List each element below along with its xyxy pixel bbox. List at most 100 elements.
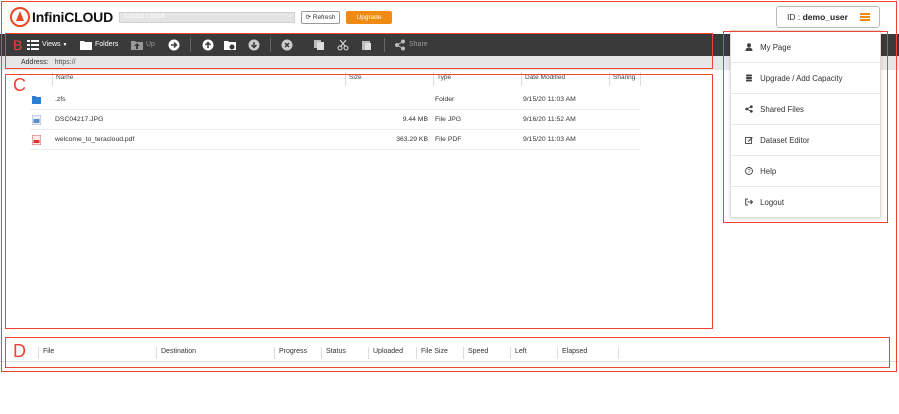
refresh-label: Refresh: [312, 14, 336, 21]
menu-item-help[interactable]: ? Help: [731, 156, 880, 187]
upgrade-button[interactable]: Upgrade: [346, 11, 392, 24]
header: InfiniCLOUD 0.01GB / 20GB ⟳ Refresh Upgr…: [0, 0, 899, 34]
file-type: File PDF: [435, 136, 462, 143]
delete-button[interactable]: [281, 38, 296, 52]
cut-button[interactable]: [337, 38, 352, 52]
logo-icon: [10, 7, 30, 27]
file-size: 9.44 MB: [402, 116, 428, 123]
folders-label: Folders: [95, 41, 119, 48]
database-icon: [746, 74, 752, 82]
logout-icon: [745, 198, 753, 206]
annotation-label-d: D: [13, 341, 26, 361]
copy-button[interactable]: [313, 38, 328, 52]
file-type: File JPG: [435, 116, 462, 123]
up-button[interactable]: Up: [131, 38, 155, 52]
transfer-col-status[interactable]: Status: [321, 347, 369, 359]
menu-item-label: Shared Files: [760, 105, 804, 114]
file-name: .zfs: [55, 96, 66, 103]
share-button[interactable]: Share: [394, 38, 428, 52]
menu-item-logout[interactable]: Logout: [731, 187, 880, 218]
folders-icon: [80, 41, 92, 50]
paste-icon: [362, 41, 371, 50]
folder-up-icon: [131, 41, 143, 50]
refresh-button[interactable]: ⟳ Refresh: [301, 11, 340, 24]
transfer-table: File Destination Progress Status Uploade…: [0, 342, 899, 362]
caret-down-icon: ▼: [62, 42, 68, 48]
list-icon: [27, 40, 39, 50]
menu-item-label: Upgrade / Add Capacity: [760, 74, 843, 83]
delete-icon: [281, 39, 293, 51]
table-row[interactable]: DSC04217.JPG 9.44 MB File JPG 9/16/20 11…: [30, 110, 640, 130]
user-menu-button[interactable]: ID : demo_user: [776, 6, 880, 28]
go-button[interactable]: [168, 38, 183, 52]
column-header-type[interactable]: Type: [433, 72, 521, 86]
menu-item-label: Help: [760, 167, 777, 176]
transfer-col-progress[interactable]: Progress: [274, 347, 322, 359]
file-name: DSC04217.JPG: [55, 116, 104, 123]
column-header-size[interactable]: Size: [345, 72, 433, 86]
arrow-circle-icon: [168, 39, 180, 51]
share-label: Share: [409, 41, 428, 48]
svg-text:?: ?: [747, 169, 750, 175]
app-root: InfiniCLOUD 0.01GB / 20GB ⟳ Refresh Upgr…: [0, 0, 899, 414]
table-row[interactable]: welcome_to_teracloud.pdf 363.29 KB File …: [30, 130, 640, 150]
upload-button[interactable]: [202, 38, 217, 52]
share-icon: [395, 39, 405, 51]
menu-item-label: Logout: [760, 198, 785, 207]
file-date: 9/15/20 11:03 AM: [523, 136, 576, 143]
menu-item-label: My Page: [760, 43, 791, 52]
upload-icon: [202, 39, 214, 51]
transfer-col-elapsed[interactable]: Elapsed: [557, 347, 619, 359]
image-file-icon: [32, 115, 41, 125]
quota-bar: 0.01GB / 20GB: [119, 12, 295, 23]
pdf-file-icon: [32, 135, 41, 145]
address-label: Address:: [21, 59, 49, 66]
user-prefix: ID :: [787, 12, 801, 22]
logo-text: InfiniCLOUD: [32, 9, 114, 25]
user-dropdown-menu: My Page Upgrade / Add Capacity Shared Fi…: [730, 30, 881, 218]
help-icon: ?: [745, 167, 753, 175]
file-size: 363.29 KB: [396, 136, 428, 143]
refresh-icon: ⟳: [305, 14, 311, 21]
download-icon: [248, 39, 260, 51]
file-type: Folder: [435, 96, 455, 103]
views-label: Views: [42, 41, 61, 48]
file-date: 9/16/20 11:52 AM: [523, 116, 576, 123]
menu-item-dataset-editor[interactable]: Dataset Editor: [731, 125, 880, 156]
transfer-col-left[interactable]: Left: [510, 347, 558, 359]
column-header-name[interactable]: Name: [52, 72, 347, 86]
up-label: Up: [146, 41, 155, 48]
user-icon: [745, 43, 753, 51]
column-header-date[interactable]: Date Modified: [521, 72, 609, 86]
annotation-label-c: C: [13, 75, 26, 95]
copy-icon: [314, 40, 324, 50]
share-icon: [745, 105, 753, 113]
transfer-col-destination[interactable]: Destination: [156, 347, 274, 359]
menu-item-my-page[interactable]: My Page: [731, 32, 880, 63]
edit-icon: [745, 137, 753, 144]
transfer-col-uploaded[interactable]: Uploaded: [368, 347, 416, 359]
scissors-icon: [337, 39, 349, 51]
download-button[interactable]: [248, 38, 263, 52]
annotation-label-b: B: [13, 37, 23, 53]
paste-button[interactable]: [361, 38, 376, 52]
table-row[interactable]: .zfs Folder 9/15/20 11:03 AM: [30, 90, 640, 110]
user-id: demo_user: [802, 12, 848, 22]
new-folder-icon: [224, 41, 236, 50]
file-date: 9/15/20 11:03 AM: [523, 96, 576, 103]
folders-button[interactable]: Folders: [80, 38, 118, 52]
views-button[interactable]: Views ▼: [27, 38, 68, 52]
transfer-col-file[interactable]: File: [38, 347, 158, 359]
new-folder-button[interactable]: [224, 38, 239, 52]
address-input[interactable]: https://: [55, 59, 76, 66]
menu-item-label: Dataset Editor: [760, 136, 810, 145]
transfer-col-file-size[interactable]: File Size: [416, 347, 464, 359]
file-name: welcome_to_teracloud.pdf: [55, 136, 135, 143]
column-header-sharing[interactable]: Sharing: [609, 72, 641, 86]
menu-item-shared-files[interactable]: Shared Files: [731, 94, 880, 125]
logo[interactable]: InfiniCLOUD: [10, 7, 113, 27]
transfer-col-speed[interactable]: Speed: [463, 347, 511, 359]
hamburger-icon: [860, 13, 870, 21]
menu-item-upgrade[interactable]: Upgrade / Add Capacity: [731, 63, 880, 94]
folder-icon: [32, 96, 41, 104]
